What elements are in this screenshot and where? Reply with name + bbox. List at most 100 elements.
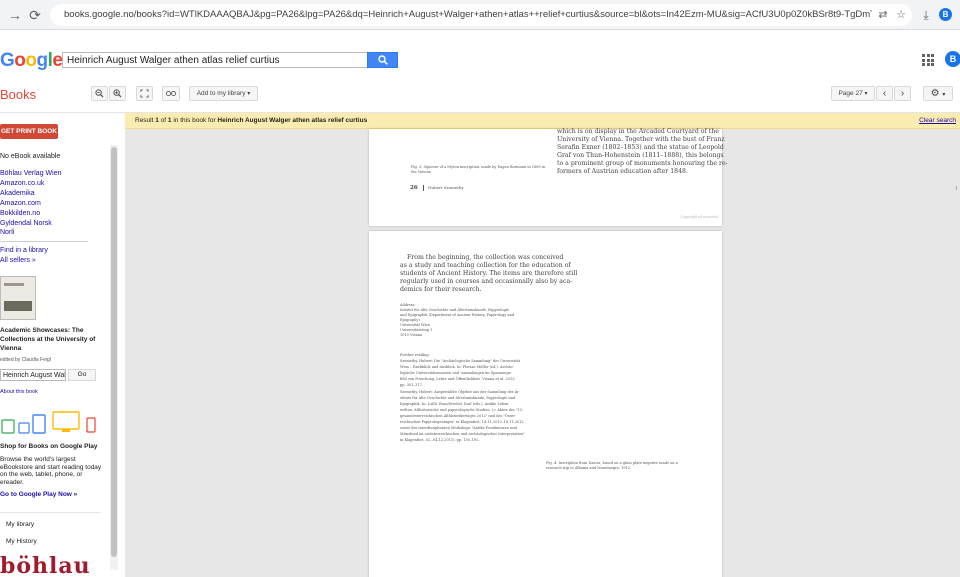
get-print-book-button[interactable]: GET PRINT BOOK bbox=[0, 124, 58, 139]
sidebar-scrollbar[interactable] bbox=[110, 145, 118, 570]
chevron-left-icon: ‹ bbox=[882, 88, 887, 99]
clear-search-link[interactable]: Clear search bbox=[919, 117, 956, 124]
figure-caption: research trip to Albania and Montenegro,… bbox=[546, 466, 631, 470]
result-mid: in this book for bbox=[171, 117, 218, 124]
reading-line: logische Universitätsmuseen und -sammlun… bbox=[400, 371, 512, 375]
book-title: Academic Showcases: The Collections at t… bbox=[0, 327, 96, 352]
find-library-link[interactable]: Find in a library bbox=[0, 247, 48, 254]
browser-toolbar: → ⟳ books.google.no/books?id=WTlKDAAAQBA… bbox=[0, 0, 960, 30]
fullscreen-button[interactable] bbox=[136, 86, 153, 101]
prev-page-button[interactable]: ‹ bbox=[876, 86, 893, 101]
page27-body-line: as a study and teaching collection for t… bbox=[400, 262, 571, 269]
reading-line: Münzfund im ostösterreichischen und arch… bbox=[400, 432, 525, 436]
chevron-down-icon: ▾ bbox=[247, 91, 251, 97]
shop-desc-line: eBookstore and start reading today bbox=[0, 463, 102, 471]
figure-caption: the Vatican bbox=[411, 170, 431, 174]
search-icon bbox=[377, 55, 388, 65]
search-in-book-input[interactable]: Heinrich August Walg bbox=[0, 369, 66, 381]
result-prefix: Result bbox=[135, 117, 156, 124]
link-icon bbox=[166, 91, 176, 96]
apps-grid-icon[interactable] bbox=[922, 54, 934, 66]
seller-link[interactable]: Bokkilden.no bbox=[0, 210, 40, 217]
publisher-logo[interactable]: böhlau bbox=[0, 553, 91, 577]
download-icon[interactable]: ⤓ bbox=[918, 7, 934, 23]
address-line: 1010 Vienna bbox=[400, 333, 423, 337]
page26-line: University of Vienna. Together with the … bbox=[557, 136, 725, 143]
seller-link[interactable]: Akademika bbox=[0, 190, 35, 197]
link-button[interactable] bbox=[162, 86, 180, 101]
logo-letter: G bbox=[0, 50, 15, 71]
page26-line: Serafin Exner (1802–1853) and the statue… bbox=[557, 144, 724, 151]
reading-line: stituts für Alte Geschichte und Altertum… bbox=[400, 396, 516, 400]
page-number: 26 bbox=[410, 185, 418, 191]
reading-line: Further reading: bbox=[400, 353, 430, 357]
no-ebook-label: No eBook available bbox=[0, 153, 61, 160]
settings-button[interactable]: ⚙ ▾ bbox=[923, 86, 953, 101]
logo-letter: o bbox=[25, 50, 37, 71]
reading-line: feld von Forschung, Lehre und Öffentlich… bbox=[400, 377, 516, 381]
page26-line: Graf von Thun-Hohenstein (1811–1888), th… bbox=[557, 152, 724, 159]
page-select[interactable]: Page 27 ▾ bbox=[831, 86, 875, 101]
page27-body-line: From the beginning, the collection was c… bbox=[407, 254, 564, 261]
seller-link[interactable]: Böhlau Verlag Wien bbox=[0, 170, 61, 177]
zoom-out-icon bbox=[95, 89, 104, 98]
shop-desc-line: Browse the world's largest bbox=[0, 456, 76, 463]
zoom-in-button[interactable] bbox=[109, 86, 126, 101]
google-logo[interactable]: Google bbox=[0, 50, 63, 72]
seller-link[interactable]: Norli bbox=[0, 229, 14, 236]
logo-letter: e bbox=[52, 50, 63, 71]
seller-link[interactable]: Amazon.com bbox=[0, 200, 41, 207]
page27-body-line: demics for their research. bbox=[400, 286, 482, 293]
add-to-library-button[interactable]: Add to my library ▾ bbox=[189, 86, 258, 101]
page26-line: which is on display in the Arcaded Court… bbox=[557, 128, 719, 135]
sidebar-divider bbox=[0, 241, 88, 242]
my-library-link[interactable]: My library bbox=[6, 521, 34, 528]
figure-caption: Fig. 3: Squeeze of a Myron inscription, … bbox=[411, 165, 546, 169]
reading-line: gesamtösterreichischen Althistorikertage… bbox=[400, 414, 517, 418]
browser-profile-avatar[interactable]: B bbox=[939, 8, 952, 21]
bookmark-star-icon[interactable]: ☆ bbox=[894, 8, 908, 22]
about-book-link[interactable]: About this book bbox=[0, 389, 38, 395]
reload-icon[interactable]: ⟳ bbox=[26, 6, 44, 24]
page26-line: formers of Austrian education after 1848… bbox=[557, 168, 688, 175]
google-play-link[interactable]: Go to Google Play Now » bbox=[0, 491, 77, 498]
sidebar-scrollbar-thumb[interactable] bbox=[111, 147, 117, 557]
copyright-notice: Copyrighted material bbox=[680, 215, 719, 219]
shop-title: Shop for Books on Google Play bbox=[0, 443, 98, 450]
forward-icon[interactable]: → bbox=[6, 6, 24, 24]
reading-line: sowie des interdisziplinären Workshops "… bbox=[400, 426, 517, 430]
books-title[interactable]: Books bbox=[0, 87, 36, 102]
zoom-in-icon bbox=[113, 89, 122, 98]
reading-line: Szemethy, Hubert: Ausgewählte Objekte au… bbox=[400, 390, 520, 394]
result-text: Result 1 of 1 in this book for Heinrich … bbox=[135, 117, 367, 124]
page-select-label: Page 27 bbox=[838, 90, 863, 97]
seller-link[interactable]: Amazon.co.uk bbox=[0, 180, 44, 187]
page27-body-line: students of Ancient History. The items a… bbox=[400, 270, 578, 277]
reading-line: Wien – Rückblick und Ausblick. In: Flori… bbox=[400, 365, 514, 369]
address-bar[interactable]: books.google.no/books?id=WTlKDAAAQBAJ&pg… bbox=[50, 4, 912, 26]
edited-by-label: edited by Claudia Feigl bbox=[0, 357, 51, 363]
devices-illustration bbox=[1, 411, 96, 434]
reading-line: Szemethy, Hubert: Die "Archäologische Sa… bbox=[400, 359, 520, 363]
book-page-26[interactable]: which is on display in the Arcaded Court… bbox=[369, 128, 728, 226]
all-sellers-link[interactable]: All sellers » bbox=[0, 257, 36, 264]
url-text: books.google.no/books?id=WTlKDAAAQBAJ&pg… bbox=[64, 9, 872, 20]
shop-desc-line: on the web, tablet, phone, or bbox=[0, 471, 83, 478]
search-input[interactable]: Heinrich August Walger athen atlas relie… bbox=[62, 52, 368, 68]
search-button[interactable] bbox=[367, 52, 398, 68]
reading-line: in Klagenfurt, 02.–04.12.2011), pp. 155–… bbox=[400, 438, 480, 442]
folio-divider bbox=[423, 185, 424, 191]
go-button[interactable]: Go bbox=[68, 369, 96, 381]
next-page-button[interactable]: › bbox=[894, 86, 911, 101]
translate-icon[interactable]: ⇄ bbox=[876, 8, 890, 22]
book-page-27[interactable]: From the beginning, the collection was c… bbox=[369, 231, 722, 577]
zoom-out-button[interactable] bbox=[91, 86, 108, 101]
seller-link[interactable]: Gyldendal Norsk bbox=[0, 220, 52, 227]
my-history-link[interactable]: My History bbox=[6, 538, 37, 545]
fullscreen-icon bbox=[140, 89, 149, 98]
account-avatar[interactable]: B bbox=[945, 51, 960, 67]
book-cover-thumbnail[interactable] bbox=[0, 276, 36, 320]
reading-line: reichischen Papyrologentages" in Klagenf… bbox=[400, 420, 524, 424]
result-query: Heinrich August Walger athen atlas relie… bbox=[217, 117, 368, 124]
reading-line: pp. 301–317. bbox=[400, 383, 423, 387]
